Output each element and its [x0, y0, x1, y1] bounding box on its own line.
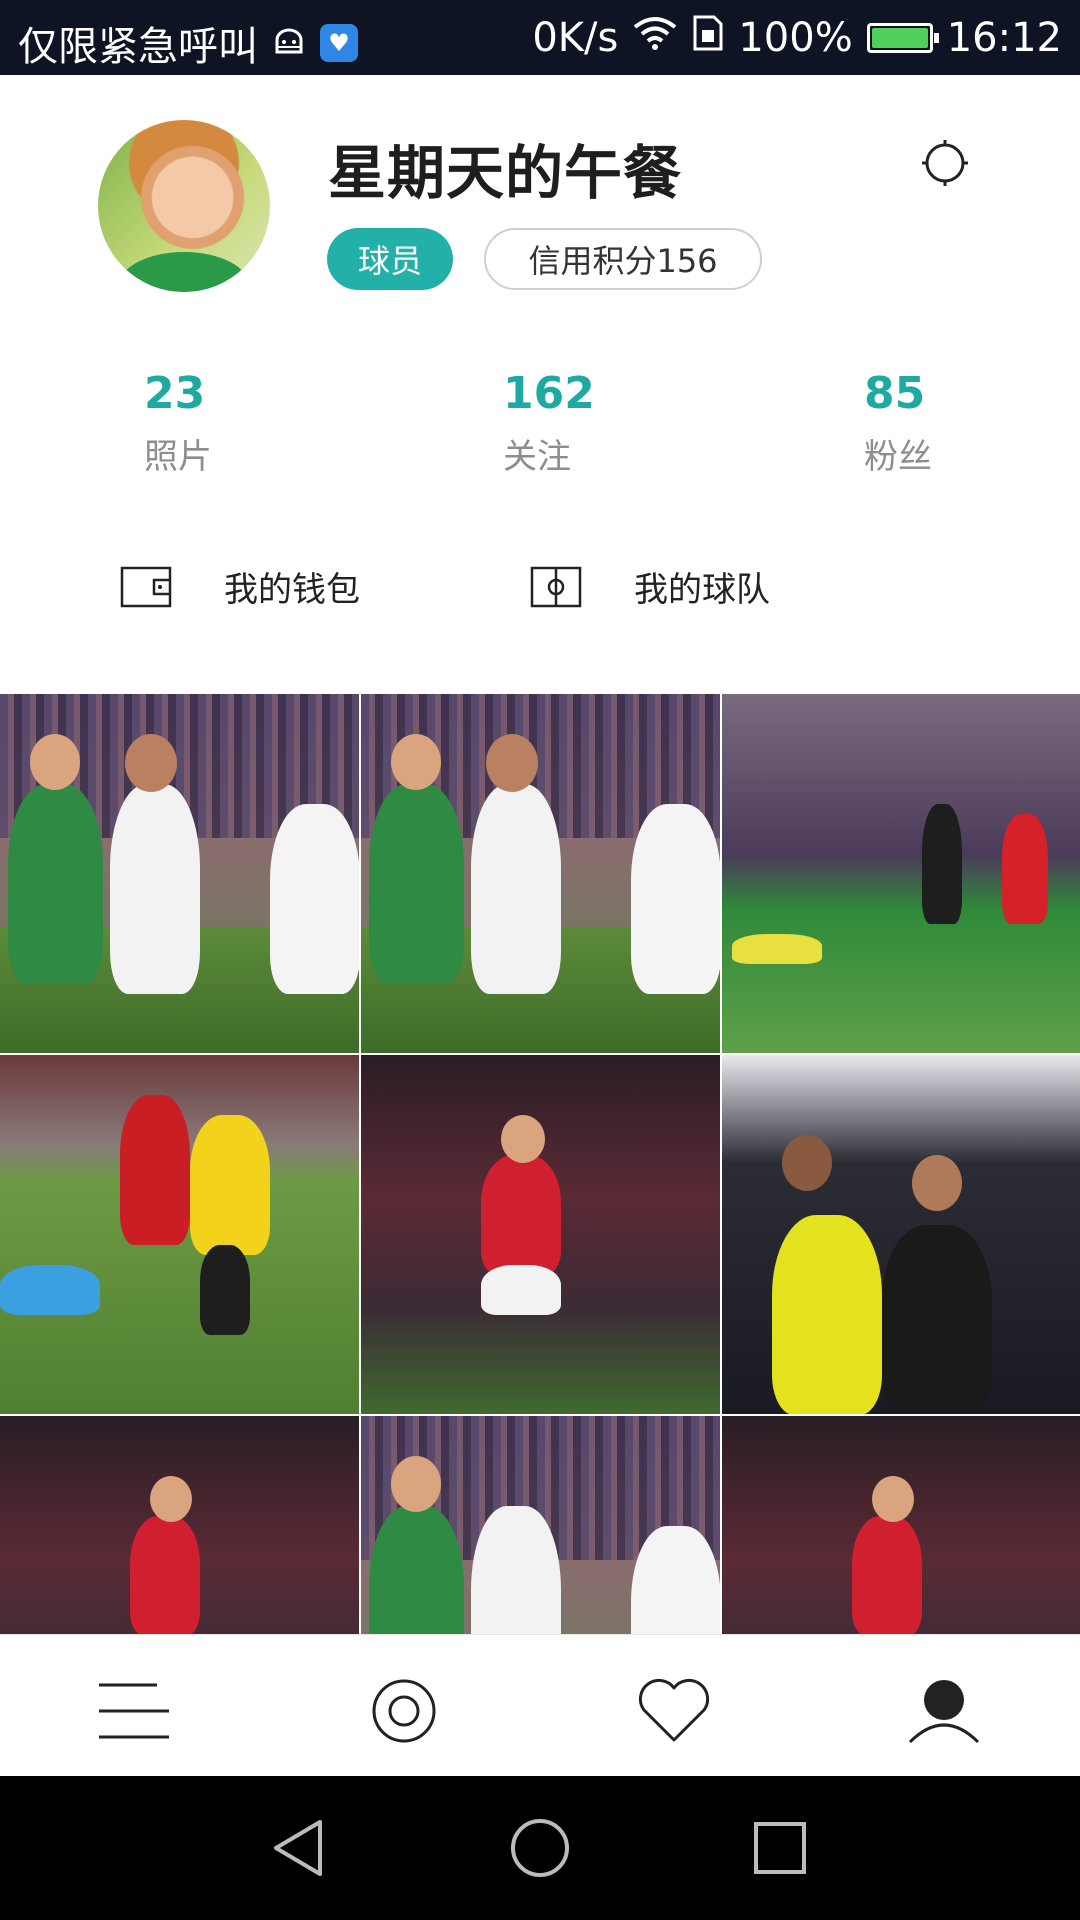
- recents-icon[interactable]: [748, 1816, 812, 1880]
- stat-photos[interactable]: 23 照片: [144, 368, 212, 478]
- android-debug-icon: [272, 20, 306, 66]
- photo-tile[interactable]: [0, 1055, 359, 1414]
- team-label: 我的球队: [634, 570, 770, 610]
- heart-icon[interactable]: [634, 1671, 714, 1751]
- stat-followers-label: 粉丝: [864, 437, 932, 477]
- battery-percent: 100%: [738, 15, 853, 61]
- wifi-icon: [632, 15, 678, 61]
- net-speed: 0K/s: [532, 15, 619, 61]
- username: 星期天的午餐: [328, 139, 683, 207]
- photo-tile[interactable]: [722, 1416, 1080, 1634]
- role-badge: 球员: [327, 228, 453, 290]
- photo-tile[interactable]: [361, 1055, 720, 1414]
- team-shortcut[interactable]: 我的球队: [530, 562, 770, 611]
- stat-following-label: 关注: [503, 437, 571, 477]
- bottom-nav: [0, 1634, 1080, 1777]
- photo-tile[interactable]: [361, 1416, 720, 1634]
- camera-target-icon[interactable]: [364, 1671, 444, 1751]
- sim-icon: [692, 14, 724, 62]
- photo-tile[interactable]: [361, 694, 720, 1053]
- stat-following-value: 162: [503, 368, 595, 419]
- app-notification-icon: ♥: [320, 24, 358, 62]
- carrier-text: 仅限紧急呼叫: [18, 24, 258, 70]
- stat-followers[interactable]: 85 粉丝: [864, 368, 932, 478]
- stat-photos-value: 23: [144, 368, 206, 419]
- photo-tile[interactable]: [722, 694, 1080, 1053]
- user-icon[interactable]: [904, 1671, 984, 1751]
- stat-photos-label: 照片: [144, 437, 212, 477]
- clock: 16:12: [946, 15, 1062, 61]
- wallet-shortcut[interactable]: 我的钱包: [120, 562, 360, 611]
- photo-tile[interactable]: [0, 1416, 359, 1634]
- home-icon[interactable]: [508, 1816, 572, 1880]
- photo-grid: [0, 694, 1080, 1634]
- system-nav-bar: [0, 1776, 1080, 1920]
- credit-score-badge[interactable]: 信用积分156: [484, 228, 762, 290]
- back-icon[interactable]: [268, 1816, 332, 1880]
- stat-following[interactable]: 162 关注: [503, 368, 595, 478]
- wallet-label: 我的钱包: [224, 570, 360, 610]
- photo-tile[interactable]: [0, 694, 359, 1053]
- wallet-icon: [120, 566, 172, 608]
- menu-icon[interactable]: [94, 1671, 174, 1751]
- pitch-icon: [530, 566, 582, 608]
- settings-icon[interactable]: [920, 138, 970, 188]
- photo-tile[interactable]: [722, 1055, 1080, 1414]
- stat-followers-value: 85: [864, 368, 926, 419]
- status-bar: 仅限紧急呼叫 ♥ 0K/s 100% 16:12: [0, 0, 1080, 75]
- avatar[interactable]: [98, 120, 270, 292]
- battery-icon: [866, 23, 939, 53]
